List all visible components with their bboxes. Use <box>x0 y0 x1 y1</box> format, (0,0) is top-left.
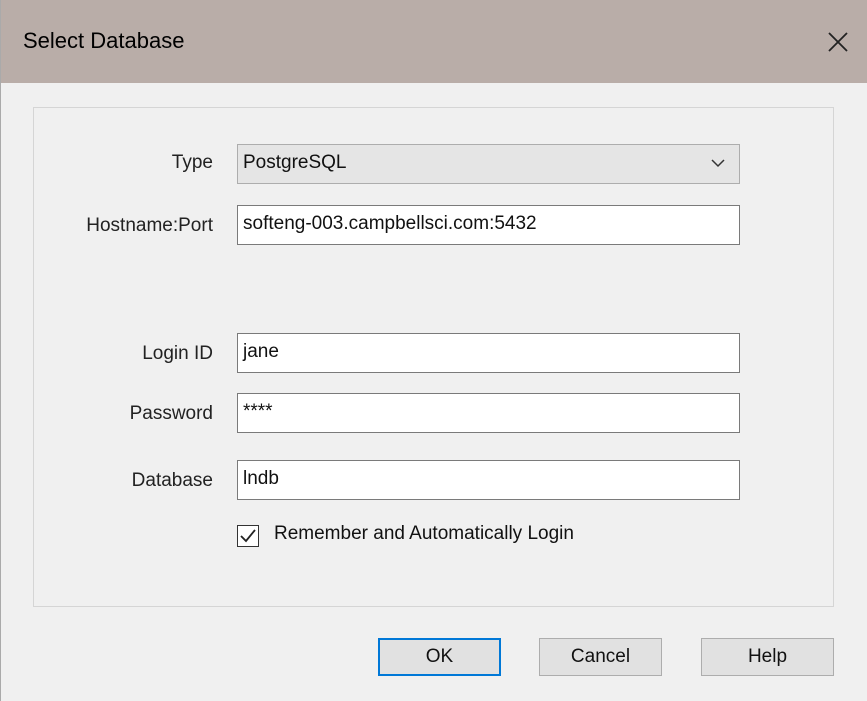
close-icon <box>828 31 848 52</box>
type-selected-value: PostgreSQL <box>243 152 347 173</box>
title-bar[interactable]: Select Database <box>1 0 867 83</box>
close-button[interactable] <box>808 0 867 83</box>
cancel-button[interactable]: Cancel <box>539 638 662 676</box>
type-label: Type <box>171 152 213 173</box>
help-button[interactable]: Help <box>701 638 834 676</box>
checkmark-icon <box>240 529 256 543</box>
ok-button[interactable]: OK <box>378 638 501 676</box>
database-input[interactable]: lndb <box>237 460 740 500</box>
select-database-dialog: Select Database Type PostgreSQL Hostname… <box>0 0 867 701</box>
dialog-title: Select Database <box>23 28 185 53</box>
password-label: Password <box>129 403 213 424</box>
remember-checkbox-label[interactable]: Remember and Automatically Login <box>274 523 574 545</box>
type-select[interactable]: PostgreSQL <box>237 144 740 184</box>
login-id-label: Login ID <box>142 343 213 364</box>
chevron-down-icon <box>711 159 725 168</box>
login-id-input[interactable]: jane <box>237 333 740 373</box>
remember-checkbox[interactable] <box>237 525 259 547</box>
hostname-input[interactable]: softeng-003.campbellsci.com:5432 <box>237 205 740 245</box>
password-input[interactable]: **** <box>237 393 740 433</box>
hostname-label: Hostname:Port <box>86 215 213 236</box>
database-label: Database <box>131 470 213 491</box>
